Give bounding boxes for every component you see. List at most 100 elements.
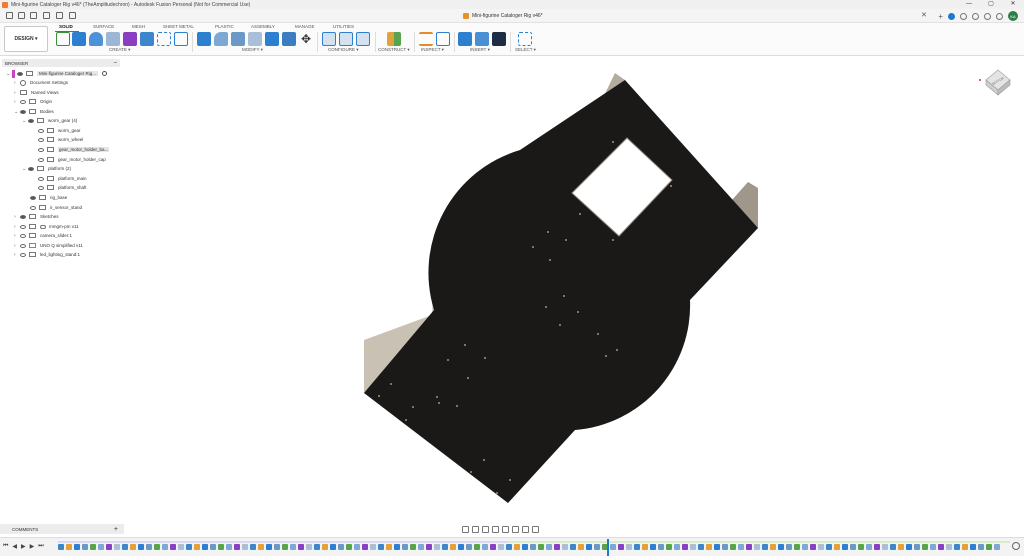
tab-manage[interactable]: MANAGE xyxy=(295,24,315,29)
timeline-feature-icon[interactable] xyxy=(858,544,864,550)
workspace-switcher-button[interactable]: DESIGN ▾ xyxy=(4,26,48,52)
timeline-feature-icon[interactable] xyxy=(866,544,872,550)
timeline-feature-icon[interactable] xyxy=(258,544,264,550)
timeline-feature-icon[interactable] xyxy=(322,544,328,550)
timeline-feature-icon[interactable] xyxy=(458,544,464,550)
timeline-feature-icon[interactable] xyxy=(650,544,656,550)
timeline-feature-icon[interactable] xyxy=(482,544,488,550)
timeline-feature-icon[interactable] xyxy=(882,544,888,550)
new-tab-icon[interactable]: + xyxy=(938,12,943,20)
hole-icon[interactable] xyxy=(106,32,120,46)
timeline-feature-icon[interactable] xyxy=(754,544,760,550)
timeline-feature-icon[interactable] xyxy=(298,544,304,550)
timeline-feature-icon[interactable] xyxy=(922,544,928,550)
combine-icon[interactable] xyxy=(265,32,279,46)
timeline-feature-icon[interactable] xyxy=(450,544,456,550)
timeline-feature-icon[interactable] xyxy=(826,544,832,550)
measure-icon[interactable] xyxy=(419,32,433,46)
visibility-eye-icon[interactable] xyxy=(38,137,44,142)
timeline-feature-icon[interactable] xyxy=(962,544,968,550)
timeline-feature-icon[interactable] xyxy=(946,544,952,550)
timeline-feature-icon[interactable] xyxy=(930,544,936,550)
timeline-feature-icon[interactable] xyxy=(74,544,80,550)
online-status-icon[interactable] xyxy=(948,12,955,20)
timeline-feature-icon[interactable] xyxy=(762,544,768,550)
visibility-eye-icon[interactable] xyxy=(20,243,26,248)
timeline-feature-icon[interactable] xyxy=(722,544,728,550)
configure-group-label[interactable]: CONFIGURE ▾ xyxy=(328,47,359,53)
undo-icon[interactable] xyxy=(56,12,63,19)
timeline-feature-icon[interactable] xyxy=(346,544,352,550)
timeline-feature-icon[interactable] xyxy=(282,544,288,550)
timeline-feature-icon[interactable] xyxy=(362,544,368,550)
tab-solid[interactable]: SOLID xyxy=(59,24,73,29)
timeline-feature-icon[interactable] xyxy=(394,544,400,550)
timeline-feature-icon[interactable] xyxy=(490,544,496,550)
timeline-feature-icon[interactable] xyxy=(90,544,96,550)
tree-item-body[interactable]: worm_wheel xyxy=(38,135,83,144)
grid-menu-icon[interactable] xyxy=(6,12,13,19)
timeline-settings-icon[interactable] xyxy=(1012,542,1020,550)
timeline-feature-icon[interactable] xyxy=(58,544,64,550)
play-icon[interactable]: ▶ xyxy=(21,543,26,550)
timeline-feature-icon[interactable] xyxy=(66,544,72,550)
timeline-feature-icon[interactable] xyxy=(730,544,736,550)
press-pull-icon[interactable] xyxy=(197,32,211,46)
insert-mesh-icon[interactable] xyxy=(492,32,506,46)
inspect-group-label[interactable]: INSPECT ▾ xyxy=(421,47,444,53)
timeline-feature-icon[interactable] xyxy=(794,544,800,550)
insert-derive-icon[interactable] xyxy=(458,32,472,46)
visibility-eye-icon[interactable] xyxy=(38,147,44,152)
visibility-eye-icon[interactable] xyxy=(20,233,26,238)
timeline-feature-icon[interactable] xyxy=(434,544,440,550)
select-icon[interactable] xyxy=(518,32,532,46)
section-analysis-icon[interactable] xyxy=(436,32,450,46)
timeline-feature-icon[interactable] xyxy=(810,544,816,550)
timeline-feature-icon[interactable] xyxy=(570,544,576,550)
timeline-feature-icon[interactable] xyxy=(874,544,880,550)
timeline-feature-icon[interactable] xyxy=(114,544,120,550)
help-icon[interactable] xyxy=(996,12,1003,20)
tab-surface[interactable]: SURFACE xyxy=(93,24,114,29)
shell-icon[interactable] xyxy=(248,32,262,46)
orbit-icon[interactable] xyxy=(462,525,469,533)
tree-item-origin[interactable]: › Origin xyxy=(14,97,52,106)
tree-item-body[interactable]: gear_motor_holder_cap xyxy=(38,155,106,164)
document-tab[interactable]: Mini-figurine Cataloger Rig v46* xyxy=(463,10,543,22)
timeline-feature-icon[interactable] xyxy=(354,544,360,550)
timeline-feature-icon[interactable] xyxy=(818,544,824,550)
timeline-feature-icon[interactable] xyxy=(466,544,472,550)
job-status-icon[interactable] xyxy=(972,12,979,20)
timeline-feature-icon[interactable] xyxy=(170,544,176,550)
tab-assembly[interactable]: ASSEMBLY xyxy=(251,24,275,29)
modify-group-label[interactable]: MODIFY ▾ xyxy=(242,47,263,53)
form-icon[interactable] xyxy=(174,32,188,46)
timeline-feature-icon[interactable] xyxy=(154,544,160,550)
tree-item-sketches[interactable]: › Sketches xyxy=(14,212,59,221)
tab-sheet-metal[interactable]: SHEET METAL xyxy=(163,24,194,29)
tree-item-body[interactable]: gear_motor_holder_ba... xyxy=(38,145,110,154)
timeline-feature-icon[interactable] xyxy=(378,544,384,550)
timeline-feature-icon[interactable] xyxy=(306,544,312,550)
visibility-eye-icon[interactable] xyxy=(38,157,44,162)
visibility-eye-icon[interactable] xyxy=(20,224,26,229)
timeline-feature-icon[interactable] xyxy=(218,544,224,550)
zoom-icon[interactable] xyxy=(492,525,499,533)
fit-icon[interactable] xyxy=(502,525,509,533)
configure-design-icon[interactable] xyxy=(322,32,336,46)
timeline-feature-icon[interactable] xyxy=(642,544,648,550)
timeline-feature-icon[interactable] xyxy=(578,544,584,550)
timeline-features[interactable] xyxy=(58,541,1010,551)
viewports-icon[interactable] xyxy=(532,525,539,533)
timeline-feature-icon[interactable] xyxy=(402,544,408,550)
timeline-feature-icon[interactable] xyxy=(898,544,904,550)
tree-item-component[interactable]: › camera_slider:1 xyxy=(14,231,72,240)
offset-plane-icon[interactable] xyxy=(387,32,401,46)
visibility-eye-icon[interactable] xyxy=(28,166,34,171)
timeline-feature-icon[interactable] xyxy=(586,544,592,550)
timeline-feature-icon[interactable] xyxy=(978,544,984,550)
timeline-feature-icon[interactable] xyxy=(610,544,616,550)
close-tab-icon[interactable]: ✕ xyxy=(921,11,927,19)
timeline-feature-icon[interactable] xyxy=(626,544,632,550)
timeline-feature-icon[interactable] xyxy=(914,544,920,550)
